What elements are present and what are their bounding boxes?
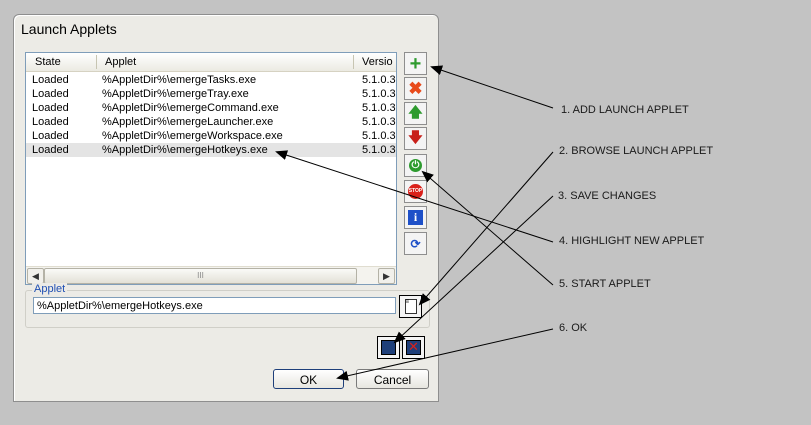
table-row[interactable]: Loaded %AppletDir%\emergeTray.exe 5.1.0.… (26, 87, 396, 101)
row-applet: %AppletDir%\emergeHotkeys.exe (102, 144, 268, 156)
document-icon: ≡ (404, 299, 417, 314)
add-icon: + (409, 52, 422, 75)
column-header-applet[interactable]: Applet (105, 56, 136, 68)
horizontal-scrollbar[interactable]: ◀ III ▶ (26, 266, 396, 284)
move-up-icon: 🡅 (408, 103, 423, 120)
annotation-ok: 6. OK (559, 322, 588, 334)
discard-changes-button[interactable]: ✕ (402, 336, 425, 359)
applet-path-input[interactable] (33, 297, 396, 314)
row-version: 5.1.0.3 (362, 144, 396, 156)
row-state: Loaded (32, 144, 69, 156)
table-row[interactable]: Loaded %AppletDir%\emergeWorkspace.exe 5… (26, 129, 396, 143)
applet-group-label: Applet (32, 283, 68, 295)
row-applet: %AppletDir%\emergeWorkspace.exe (102, 130, 283, 142)
move-down-button[interactable]: 🡇 (404, 127, 427, 150)
table-row[interactable]: Loaded %AppletDir%\emergeCommand.exe 5.1… (26, 101, 396, 115)
dialog-title: Launch Applets (21, 21, 117, 37)
table-row-selected[interactable]: Loaded %AppletDir%\emergeHotkeys.exe 5.1… (26, 143, 396, 157)
annotation-browse-launch-applet: 2. BROWSE LAUNCH APPLET (559, 145, 714, 157)
cancel-button[interactable]: Cancel (356, 369, 429, 389)
stop-icon: STOP (408, 184, 423, 199)
browse-applet-button[interactable]: ≡ (399, 295, 422, 318)
applets-listview[interactable]: State Applet Versio Loaded %AppletDir%\e… (25, 52, 397, 285)
column-header-version[interactable]: Versio (362, 56, 393, 68)
scroll-thumb[interactable]: III (44, 268, 357, 284)
delete-applet-button[interactable]: ✖ (404, 77, 427, 100)
launch-applets-dialog: Launch Applets State Applet Versio Loade… (13, 14, 439, 402)
move-down-icon: 🡇 (408, 128, 423, 145)
discard-icon: ✕ (406, 340, 421, 355)
row-version: 5.1.0.3 (362, 88, 396, 100)
column-header-state[interactable]: State (35, 56, 61, 68)
add-applet-button[interactable]: + (404, 52, 427, 75)
arrow-add-applet (430, 65, 554, 109)
row-state: Loaded (32, 116, 69, 128)
start-applet-button[interactable]: ⏻ (404, 154, 427, 177)
row-state: Loaded (32, 88, 69, 100)
annotation-start-applet: 5. START APPLET (559, 278, 651, 290)
table-row[interactable]: Loaded %AppletDir%\emergeTasks.exe 5.1.0… (26, 73, 396, 87)
start-icon: ⏻ (409, 159, 422, 172)
row-state: Loaded (32, 74, 69, 86)
row-version: 5.1.0.3 (362, 74, 396, 86)
gather-button[interactable]: ⟳ (404, 232, 427, 255)
arrow-start-applet (421, 170, 554, 286)
column-separator[interactable] (353, 55, 354, 69)
column-separator[interactable] (96, 55, 97, 69)
arrow-browse-applet (418, 151, 554, 306)
row-version: 5.1.0.3 (362, 130, 396, 142)
move-up-button[interactable]: 🡅 (404, 102, 427, 125)
annotation-add-launch-applet: 1. ADD LAUNCH APPLET (561, 104, 689, 116)
row-state: Loaded (32, 102, 69, 114)
scroll-left-button[interactable]: ◀ (27, 268, 44, 284)
row-applet: %AppletDir%\emergeTray.exe (102, 88, 249, 100)
annotation-highlight-new-applet: 4. HIGHLIGHT NEW APPLET (559, 235, 705, 247)
listview-header: State Applet Versio (26, 53, 396, 72)
annotation-save-changes: 3. SAVE CHANGES (558, 190, 657, 202)
row-applet: %AppletDir%\emergeLauncher.exe (102, 116, 274, 128)
scroll-right-button[interactable]: ▶ (378, 268, 395, 284)
ok-button[interactable]: OK (273, 369, 344, 389)
stop-applet-button[interactable]: STOP (404, 180, 427, 203)
gather-icon: ⟳ (410, 236, 421, 251)
save-changes-button[interactable] (377, 336, 400, 359)
save-icon (381, 340, 396, 355)
info-icon: i (408, 210, 423, 225)
info-button[interactable]: i (404, 206, 427, 229)
table-row[interactable]: Loaded %AppletDir%\emergeLauncher.exe 5.… (26, 115, 396, 129)
row-version: 5.1.0.3 (362, 102, 396, 114)
row-state: Loaded (32, 130, 69, 142)
delete-icon: ✖ (408, 78, 423, 98)
row-version: 5.1.0.3 (362, 116, 396, 128)
row-applet: %AppletDir%\emergeCommand.exe (102, 102, 279, 114)
row-applet: %AppletDir%\emergeTasks.exe (102, 74, 257, 86)
